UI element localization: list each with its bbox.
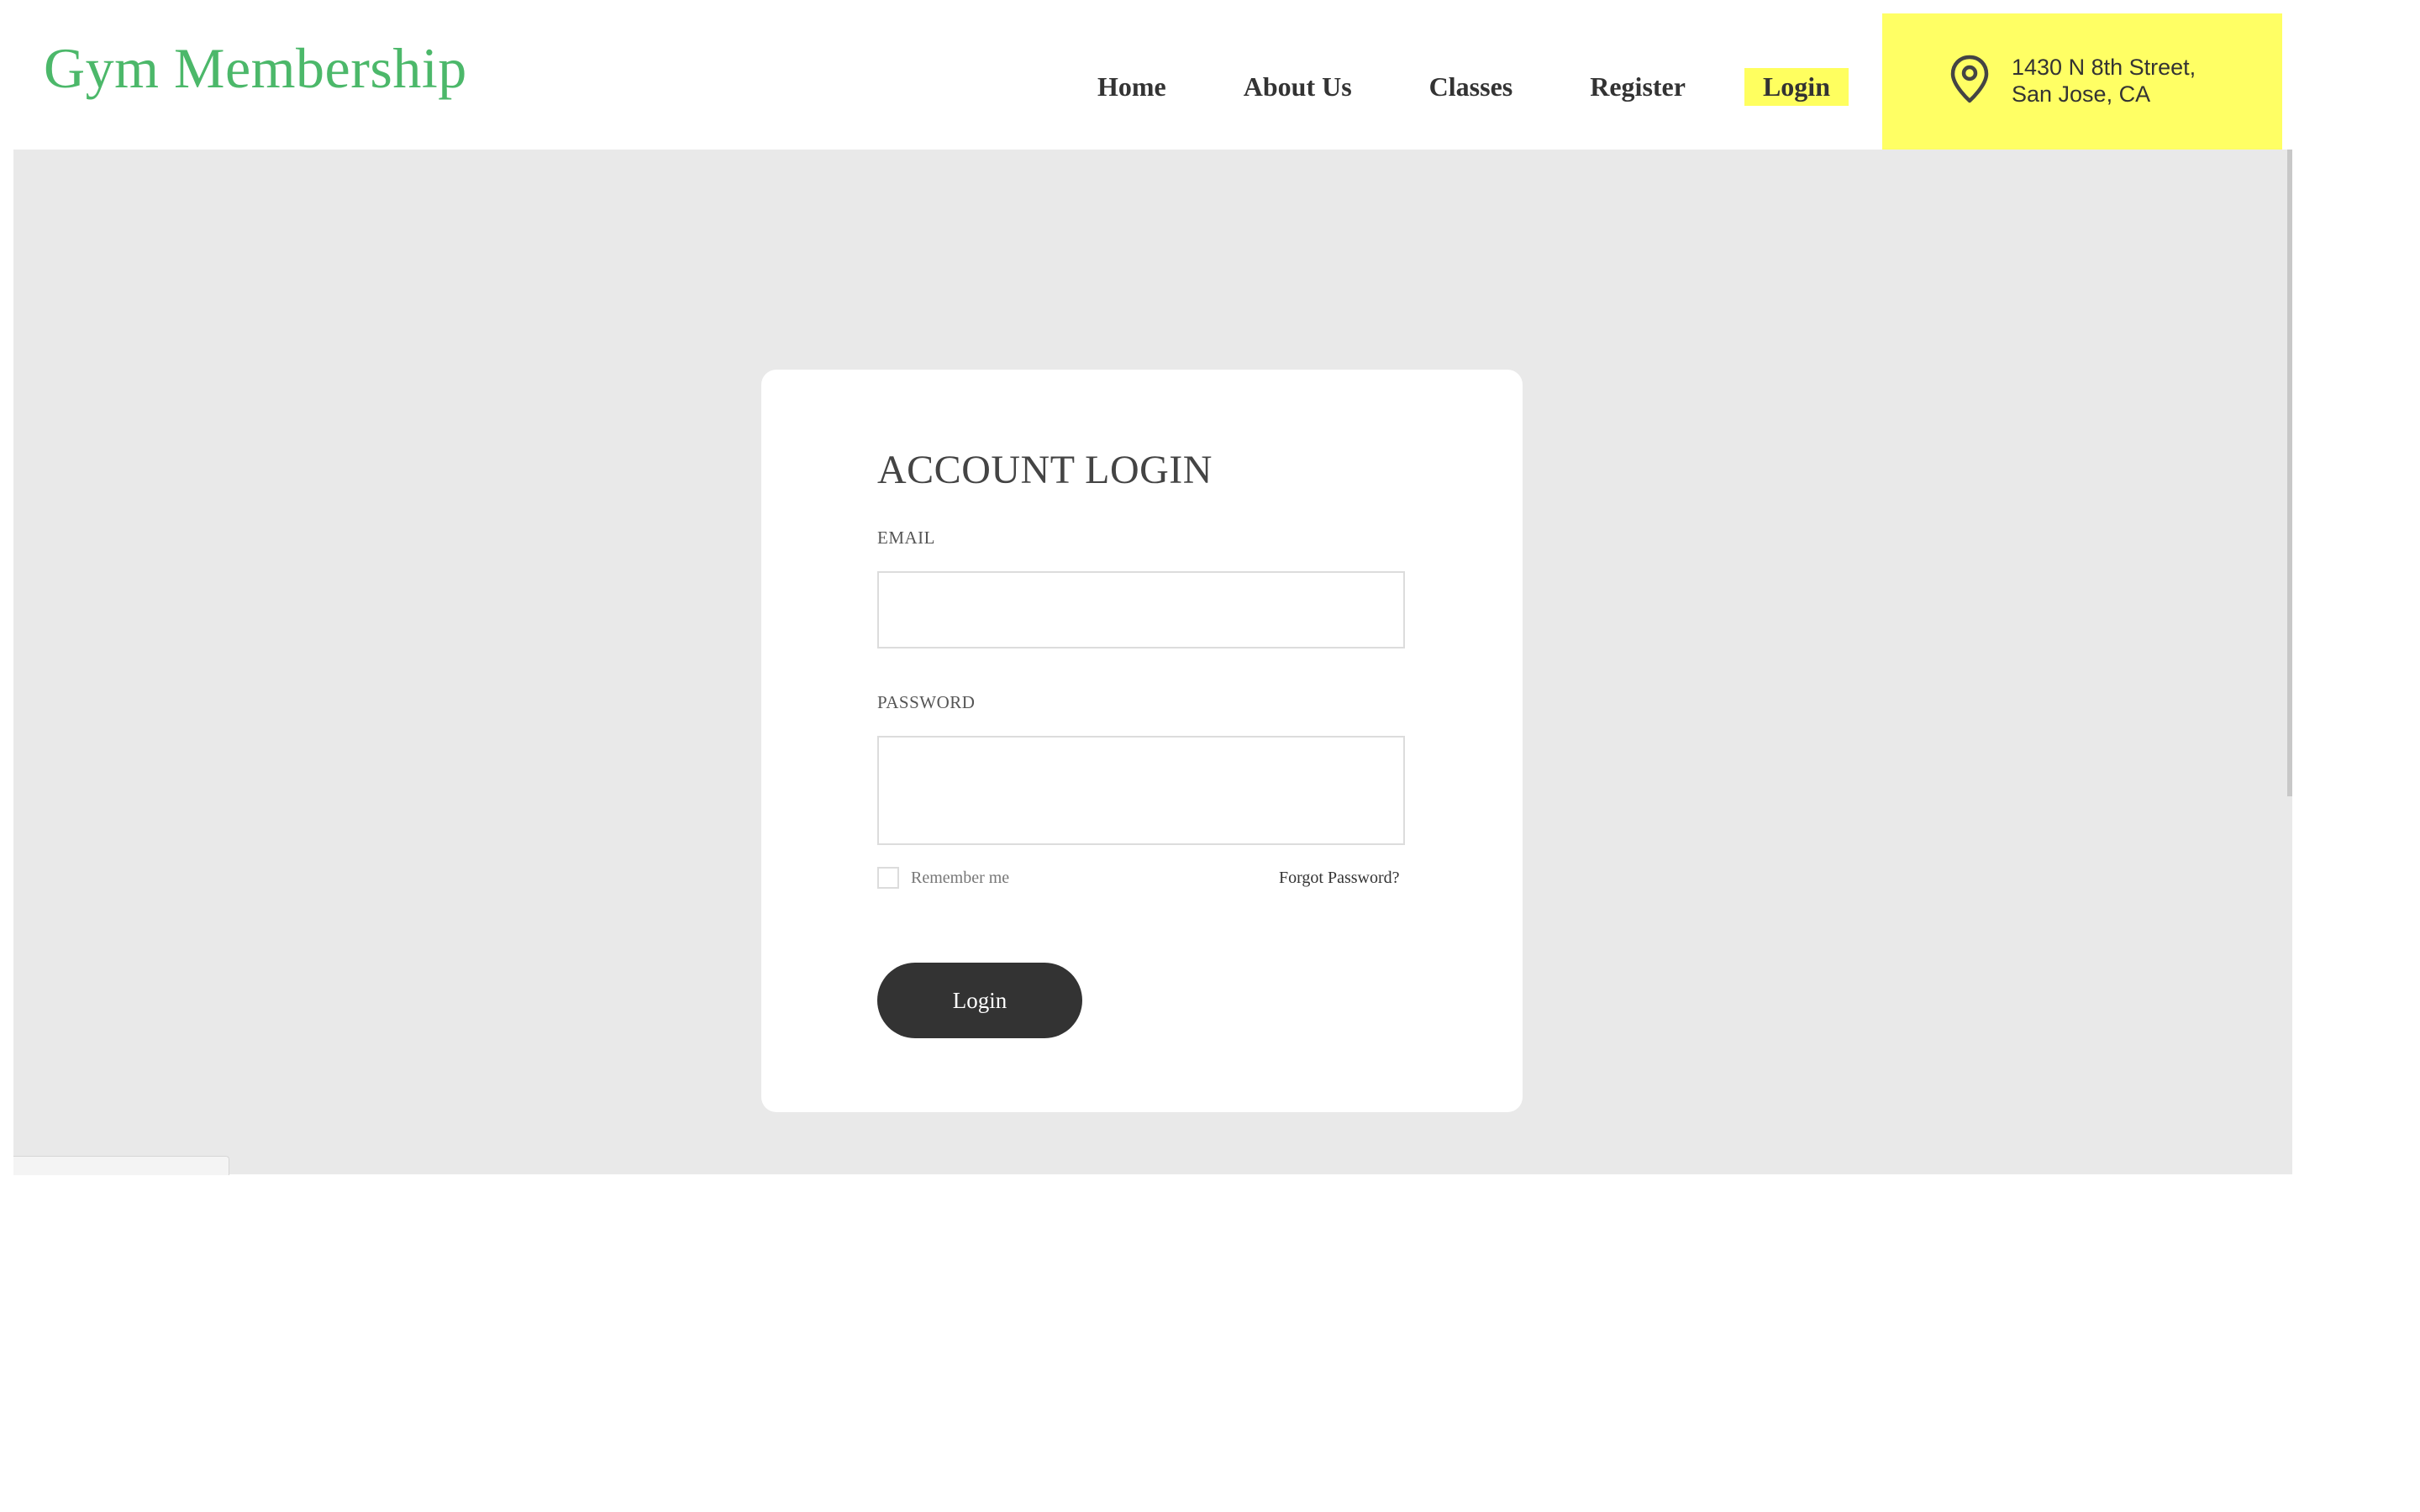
main-content: ACCOUNT LOGIN EMAIL PASSWORD Remember me…: [13, 150, 2292, 1174]
map-pin-icon: [1950, 55, 1989, 103]
login-button[interactable]: Login: [877, 963, 1082, 1038]
password-field[interactable]: [877, 736, 1405, 845]
login-title: ACCOUNT LOGIN: [877, 448, 1213, 492]
forgot-password-link[interactable]: Forgot Password?: [1279, 869, 1400, 888]
nav-item-about-us[interactable]: About Us: [1244, 71, 1352, 102]
nav-item-home[interactable]: Home: [1097, 71, 1166, 102]
nav-item-classes[interactable]: Classes: [1429, 71, 1513, 102]
site-header: Gym Membership Home About Us Classes Reg…: [13, 13, 2292, 150]
browser-viewport: Gym Membership Home About Us Classes Reg…: [13, 13, 2292, 1175]
nav-item-register[interactable]: Register: [1590, 71, 1686, 102]
address-text: 1430 N 8th Street, San Jose, CA: [2012, 54, 2196, 108]
email-field[interactable]: [877, 571, 1405, 648]
email-label: EMAIL: [877, 528, 935, 548]
main-nav: Home About Us Classes Register Login: [1097, 62, 1849, 111]
remember-me-label: Remember me: [911, 868, 1010, 887]
address-box: 1430 N 8th Street, San Jose, CA: [1882, 13, 2282, 150]
remember-me[interactable]: Remember me: [877, 867, 1009, 889]
nav-item-login[interactable]: Login: [1744, 67, 1849, 106]
address-line-1: 1430 N 8th Street,: [2012, 55, 2196, 80]
remember-me-checkbox[interactable]: [877, 867, 899, 889]
password-label: PASSWORD: [877, 692, 976, 712]
status-bar: [13, 1156, 229, 1175]
site-logo[interactable]: Gym Membership: [44, 35, 467, 102]
address-line-2: San Jose, CA: [2012, 81, 2151, 107]
login-card: ACCOUNT LOGIN EMAIL PASSWORD Remember me…: [761, 370, 1523, 1112]
page-scrollbar[interactable]: [2287, 150, 2292, 796]
